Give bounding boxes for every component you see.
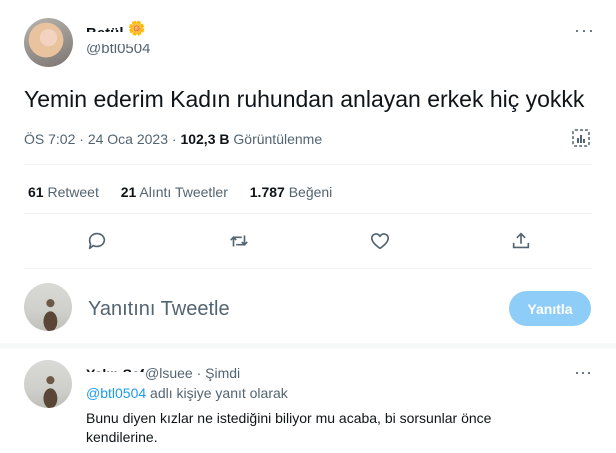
analytics-icon[interactable]: [571, 128, 591, 148]
reply-input[interactable]: Yanıtını Tweetle: [88, 298, 230, 321]
tweet-time[interactable]: ÖS 7:02: [24, 131, 75, 147]
tweet-text: Yemin ederim Kadın ruhundan anlayan erke…: [24, 86, 585, 112]
divider: [24, 164, 592, 165]
reply-handle-text[interactable]: @lsuee: [145, 365, 193, 381]
tweet-date[interactable]: 24 Oca 2023: [88, 131, 168, 147]
more-horizontal-icon[interactable]: ···: [574, 363, 592, 381]
meta-separator: ·: [196, 365, 202, 381]
meta-separator: ·: [79, 131, 84, 147]
reply-author-handle: @lsuee · Şimdi: [145, 365, 240, 381]
replying-label: adlı kişiye yanıt olarak: [150, 385, 288, 401]
tweet-stats: 61 Retweet 21 Alıntı Tweetler 1.787 Beğe…: [28, 184, 332, 200]
reply-author-name[interactable]: Yalın Şef: [86, 364, 144, 372]
reply-button[interactable]: Yanıtla: [509, 291, 591, 326]
replying-to: @btl0504 adlı kişiye yanıt olarak: [86, 385, 288, 401]
quote-stat[interactable]: 21 Alıntı Tweetler: [121, 184, 228, 200]
reply-text: Bunu diyen kızlar ne istediğini biliyor …: [86, 410, 492, 445]
reply-icon[interactable]: [86, 230, 108, 252]
author-avatar[interactable]: [24, 18, 73, 67]
retweet-stat[interactable]: 61 Retweet: [28, 184, 99, 200]
share-icon[interactable]: [510, 230, 532, 252]
author-handle[interactable]: @btl0504: [86, 44, 150, 61]
replying-mention[interactable]: @btl0504: [86, 385, 146, 401]
more-horizontal-icon[interactable]: ···: [574, 21, 595, 39]
divider: [24, 213, 592, 214]
divider: [24, 268, 592, 269]
meta-separator: ·: [171, 131, 177, 147]
user-avatar[interactable]: [24, 283, 72, 331]
section-divider: [0, 343, 616, 349]
tweet-meta: ÖS 7:02 · 24 Oca 2023 · 102,3 B Görüntül…: [24, 131, 322, 147]
view-label: Görüntülenme: [233, 131, 323, 147]
author-name[interactable]: Betül: [86, 20, 124, 32]
like-stat[interactable]: 1.787 Beğeni: [250, 184, 333, 200]
reply-time[interactable]: Şimdi: [205, 365, 240, 381]
retweet-icon[interactable]: [228, 230, 250, 252]
heart-icon[interactable]: [369, 230, 391, 252]
view-count: 102,3 B: [180, 131, 230, 147]
reply-author-avatar[interactable]: [24, 360, 72, 408]
flower-emoji: 🌼: [128, 20, 146, 36]
